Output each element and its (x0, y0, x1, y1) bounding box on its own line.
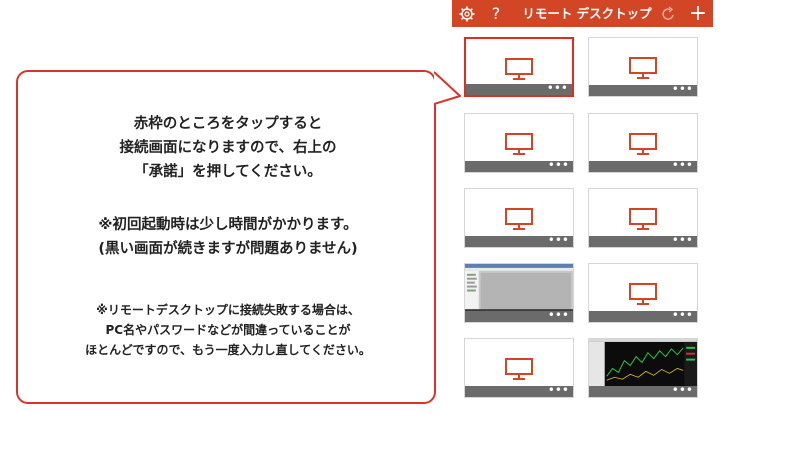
tile-footer: ••• (466, 82, 572, 95)
instruction-paragraph-3: ※リモートデスクトップに接続失敗する場合は、 PC名やパスワードなどが間違ってい… (18, 300, 438, 360)
desktop-tile[interactable]: ••• (464, 113, 574, 173)
more-options-icon[interactable]: ••• (548, 159, 569, 172)
gear-icon[interactable] (456, 0, 478, 27)
session-thumbnail (589, 339, 697, 388)
monitor-icon (629, 283, 657, 305)
monitor-icon (629, 208, 657, 230)
more-options-icon[interactable]: ••• (548, 309, 569, 322)
instruction-line: 接続画面になりますので、右上の (119, 140, 337, 156)
tile-footer: ••• (465, 234, 573, 247)
desktop-tile[interactable]: ••• (588, 37, 698, 97)
monitor-icon (505, 208, 533, 230)
tile-footer: ••• (589, 384, 697, 397)
desktop-tile[interactable]: ••• (464, 338, 574, 398)
desktop-tile[interactable]: ••• (464, 37, 574, 97)
more-options-icon[interactable]: ••• (672, 159, 693, 172)
session-thumbnail (465, 264, 573, 313)
tile-footer: ••• (589, 159, 697, 172)
tile-footer: ••• (465, 309, 573, 322)
desktop-tile[interactable]: ••• (464, 188, 574, 248)
callout-pointer (434, 71, 461, 105)
desktop-tile[interactable]: ••• (588, 188, 698, 248)
monitor-icon (629, 133, 657, 155)
monitor-icon (629, 57, 657, 79)
tile-footer: ••• (465, 384, 573, 397)
desktop-tile[interactable]: ••• (588, 263, 698, 323)
tile-footer: ••• (589, 309, 697, 322)
app-title: リモート デスクトップ (522, 6, 652, 21)
more-options-icon[interactable]: ••• (672, 83, 693, 96)
tile-footer: ••• (465, 159, 573, 172)
add-button[interactable]: + (686, 0, 710, 27)
monitor-icon (505, 133, 533, 155)
more-options-icon[interactable]: ••• (547, 82, 568, 95)
help-button[interactable]: ? (485, 0, 507, 27)
more-options-icon[interactable]: ••• (548, 384, 569, 397)
desktop-tile[interactable]: ••• (588, 113, 698, 173)
instruction-paragraph-2: ※初回起動時は少し時間がかかります。 (黒い画面が続きますが問題ありません) (18, 213, 438, 261)
desktop-tile[interactable]: ••• (588, 338, 698, 398)
instruction-line: 赤枠のところをタップすると (133, 116, 323, 132)
tile-footer: ••• (589, 83, 697, 96)
app-header: ? リモート デスクトップ + (452, 0, 713, 27)
more-options-icon[interactable]: ••• (548, 234, 569, 247)
instruction-paragraph-1: 赤枠のところをタップすると 接続画面になりますので、右上の 「承諾」を押してくだ… (18, 112, 438, 184)
instruction-line: ほとんどですので、もう一度入力し直してください。 (85, 343, 371, 357)
instruction-callout: 赤枠のところをタップすると 接続画面になりますので、右上の 「承諾」を押してくだ… (16, 70, 436, 404)
instruction-line: ※リモートデスクトップに接続失敗する場合は、 (96, 303, 360, 317)
more-options-icon[interactable]: ••• (672, 384, 693, 397)
instruction-line: ※初回起動時は少し時間がかかります。 (98, 217, 358, 233)
refresh-icon[interactable] (658, 0, 680, 27)
more-options-icon[interactable]: ••• (672, 234, 693, 247)
instruction-line: 「承諾」を押してください。 (134, 164, 322, 180)
more-options-icon[interactable]: ••• (672, 309, 693, 322)
monitor-icon (505, 358, 533, 380)
monitor-icon (505, 58, 533, 80)
desktop-tile[interactable]: ••• (464, 263, 574, 323)
tile-footer: ••• (589, 234, 697, 247)
instruction-line: (黒い画面が続きますが問題ありません) (98, 241, 358, 257)
instruction-line: PC名やパスワードなどが間違っていることが (105, 323, 351, 337)
